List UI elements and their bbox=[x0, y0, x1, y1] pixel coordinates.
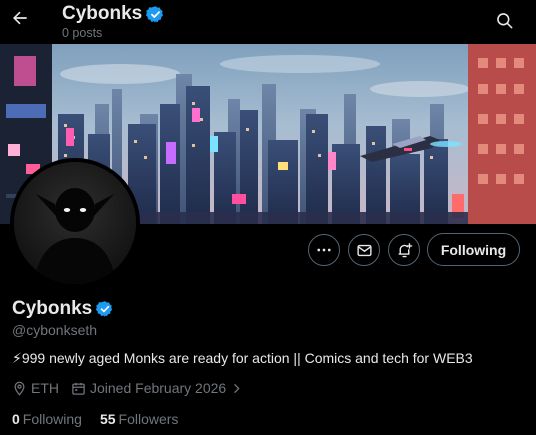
profile-stats: 0 Following 55 Followers bbox=[12, 411, 196, 427]
followers-label: Followers bbox=[118, 411, 179, 427]
arrow-left-icon bbox=[13, 11, 27, 25]
search-icon bbox=[496, 12, 512, 28]
avatar[interactable] bbox=[10, 158, 140, 288]
back-button[interactable] bbox=[6, 4, 34, 32]
following-count: 0 bbox=[12, 411, 20, 427]
profile-meta: ETH Joined February 2026 bbox=[12, 380, 259, 396]
profile-bio: ⚡999 newly aged Monks are ready for acti… bbox=[12, 350, 473, 366]
joined-text: Joined February 2026 bbox=[90, 380, 227, 396]
envelope-icon bbox=[356, 244, 372, 256]
chevron-right-icon bbox=[234, 383, 240, 393]
bell-plus-icon bbox=[397, 242, 412, 257]
verified-badge-icon bbox=[146, 5, 164, 23]
search-button[interactable] bbox=[492, 8, 516, 32]
following-label: Following bbox=[22, 411, 82, 427]
joined-item[interactable]: Joined February 2026 bbox=[71, 380, 247, 396]
location-item: ETH bbox=[12, 380, 59, 396]
followers-count: 55 bbox=[99, 411, 116, 427]
more-icon bbox=[317, 248, 331, 252]
calendar-icon bbox=[72, 382, 85, 395]
profile-handle: @cybonkseth bbox=[12, 322, 98, 338]
header-title: Cybonks bbox=[62, 3, 143, 24]
post-count: 0 posts bbox=[62, 26, 103, 40]
verified-badge-icon bbox=[96, 301, 113, 317]
profile-name: Cybonks bbox=[12, 298, 93, 319]
location-text: ETH bbox=[31, 380, 59, 396]
profile-header-bar: Cybonks 0 posts bbox=[0, 0, 536, 44]
message-button[interactable] bbox=[348, 234, 380, 266]
more-button[interactable] bbox=[308, 234, 340, 266]
map-pin-icon bbox=[14, 381, 25, 396]
following-button[interactable]: Following bbox=[427, 233, 520, 266]
following-stat[interactable]: 0 Following bbox=[12, 411, 82, 427]
notify-button[interactable] bbox=[388, 234, 420, 266]
followers-stat[interactable]: 55 Followers bbox=[100, 411, 178, 427]
